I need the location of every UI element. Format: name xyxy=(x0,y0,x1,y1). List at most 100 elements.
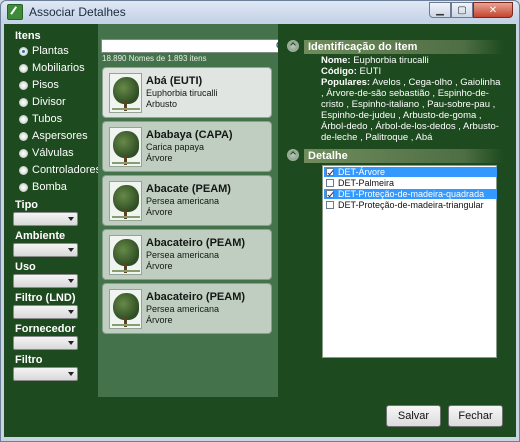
radio-item-1[interactable]: Mobiliarios xyxy=(19,61,85,75)
filter-dropdown-0[interactable] xyxy=(13,212,78,226)
detail-label: DET-Árvore xyxy=(338,167,386,177)
radio-button-icon[interactable] xyxy=(19,63,28,73)
list-item[interactable]: Abacateiro (PEAM) Persea americana Árvore xyxy=(102,229,272,280)
radio-button-icon[interactable] xyxy=(19,148,28,158)
radio-button-icon[interactable] xyxy=(19,80,28,90)
scientific-name: Persea americana xyxy=(146,304,220,314)
radio-item-4[interactable]: Tubos xyxy=(19,112,62,126)
radio-button-icon[interactable] xyxy=(19,182,28,192)
name-label: Nome: xyxy=(321,55,351,66)
plant-type: Árvore xyxy=(146,261,173,271)
ground-shape xyxy=(112,216,140,218)
radio-item-6[interactable]: Válvulas xyxy=(19,146,74,160)
checkbox[interactable] xyxy=(326,201,334,209)
window-title: Associar Detalhes xyxy=(29,5,126,19)
radio-item-0[interactable]: Plantas xyxy=(19,44,69,58)
title-bar[interactable]: Associar Detalhes ▁ ▢ ✕ xyxy=(1,1,519,23)
list-item[interactable]: Abacate (PEAM) Persea americana Árvore xyxy=(102,175,272,226)
tree-image-icon xyxy=(113,293,139,320)
filter-dropdown-2[interactable] xyxy=(13,274,78,288)
radio-label: Controladores xyxy=(32,164,102,176)
filter-label-3: Filtro (LND) xyxy=(15,292,76,304)
plant-thumbnail xyxy=(109,289,142,329)
filter-label-2: Uso xyxy=(15,261,36,273)
radio-button-icon[interactable] xyxy=(19,165,28,175)
plant-name: Abacateiro (PEAM) xyxy=(146,291,246,303)
ground-shape xyxy=(112,270,140,272)
radio-button-icon[interactable] xyxy=(19,114,28,124)
plant-type: Árvore xyxy=(146,315,173,325)
checkbox[interactable] xyxy=(326,190,334,198)
collapse-chevron-icon[interactable] xyxy=(287,40,299,52)
ground-shape xyxy=(112,108,140,110)
radio-item-7[interactable]: Controladores xyxy=(19,163,101,177)
list-item[interactable]: Abacateiro (PEAM) Persea americana Árvore xyxy=(102,283,272,334)
scientific-name: Euphorbia tirucalli xyxy=(146,88,218,98)
dialog-client: Itens Plantas Mobiliarios Pisos Divisor Tubo… xyxy=(4,24,516,417)
close-window-button[interactable]: ✕ xyxy=(473,2,513,18)
scientific-name: Persea americana xyxy=(146,196,220,206)
detail-checklist[interactable]: DET-Árvore DET-Palmeira DET-Proteção-de-ma… xyxy=(322,165,497,358)
collapse-chevron-icon[interactable] xyxy=(287,149,299,161)
plant-thumbnail xyxy=(109,73,142,113)
filter-label-4: Fornecedor xyxy=(15,323,76,335)
filter-dropdown-5[interactable] xyxy=(13,367,78,381)
scientific-name: Carica papaya xyxy=(146,142,205,152)
radio-label: Tubos xyxy=(32,113,63,125)
code-label: Código: xyxy=(321,66,357,77)
detail-label: DET-Proteção-de-madeira-triangular xyxy=(338,200,484,210)
detail-item[interactable]: DET-Árvore xyxy=(324,167,497,177)
radio-item-5[interactable]: Aspersores xyxy=(19,129,88,143)
detail-label: DET-Palmeira xyxy=(338,178,395,188)
chevron-down-icon[interactable] xyxy=(68,248,74,252)
detail-label: DET-Proteção-de-madeira-quadrada xyxy=(338,189,485,199)
chevron-down-icon[interactable] xyxy=(68,372,74,376)
item-identification: Nome: Euphorbia tirucalli Código: EUTI P… xyxy=(321,55,503,143)
filter-dropdown-1[interactable] xyxy=(13,243,78,257)
radio-button-icon[interactable] xyxy=(19,131,28,141)
detail-section-header[interactable]: Detalhe xyxy=(287,149,517,163)
filter-label-1: Ambiente xyxy=(15,230,66,242)
filter-dropdown-4[interactable] xyxy=(13,336,78,350)
plant-thumbnail xyxy=(109,181,142,221)
result-count: 18.890 Nomes de 1.893 itens xyxy=(102,54,207,63)
radio-label: Plantas xyxy=(32,45,69,57)
plant-type: Árvore xyxy=(146,207,173,217)
radio-button-icon[interactable] xyxy=(19,46,28,56)
chevron-down-icon[interactable] xyxy=(68,279,74,283)
radio-label: Mobiliarios xyxy=(32,62,85,74)
radio-button-icon[interactable] xyxy=(19,97,28,107)
checkbox[interactable] xyxy=(326,179,334,187)
radio-item-3[interactable]: Divisor xyxy=(19,95,66,109)
code-value: EUTI xyxy=(359,66,382,77)
checkbox[interactable] xyxy=(326,168,334,176)
radio-label: Válvulas xyxy=(32,147,74,159)
maximize-button[interactable]: ▢ xyxy=(451,2,473,18)
close-button[interactable]: Fechar xyxy=(448,405,503,427)
chevron-down-icon[interactable] xyxy=(68,310,74,314)
save-button[interactable]: Salvar xyxy=(386,405,441,427)
minimize-button[interactable]: ▁ xyxy=(429,2,451,18)
radio-label: Bomba xyxy=(32,181,67,193)
tree-image-icon xyxy=(113,239,139,266)
radio-item-2[interactable]: Pisos xyxy=(19,78,59,92)
filter-dropdown-3[interactable] xyxy=(13,305,78,319)
identification-section-header[interactable]: Identificação do Item xyxy=(287,40,517,54)
search-input[interactable] xyxy=(101,39,289,53)
plant-type: Arbusto xyxy=(146,99,178,109)
dialog-window: Associar Detalhes ▁ ▢ ✕ Itens Plantas Mob… xyxy=(0,0,520,442)
ground-shape xyxy=(112,324,140,326)
name-value: Euphorbia tirucalli xyxy=(353,55,429,66)
chevron-down-icon[interactable] xyxy=(68,341,74,345)
detail-item[interactable]: DET-Proteção-de-madeira-quadrada xyxy=(324,189,497,199)
items-list[interactable]: Abá (EUTI) Euphorbia tirucalli Arbusto Abab… xyxy=(102,67,274,417)
scientific-name: Persea americana xyxy=(146,250,220,260)
radio-item-8[interactable]: Bomba xyxy=(19,180,67,194)
list-item[interactable]: Abá (EUTI) Euphorbia tirucalli Arbusto xyxy=(102,67,272,118)
detail-item[interactable]: DET-Proteção-de-madeira-triangular xyxy=(324,200,497,210)
list-item[interactable]: Ababaya (CAPA) Carica papaya Árvore xyxy=(102,121,272,172)
detail-item[interactable]: DET-Palmeira xyxy=(324,178,497,188)
items-header: Itens xyxy=(15,30,41,42)
chevron-down-icon[interactable] xyxy=(68,217,74,221)
plant-name: Abacate (PEAM) xyxy=(146,183,231,195)
